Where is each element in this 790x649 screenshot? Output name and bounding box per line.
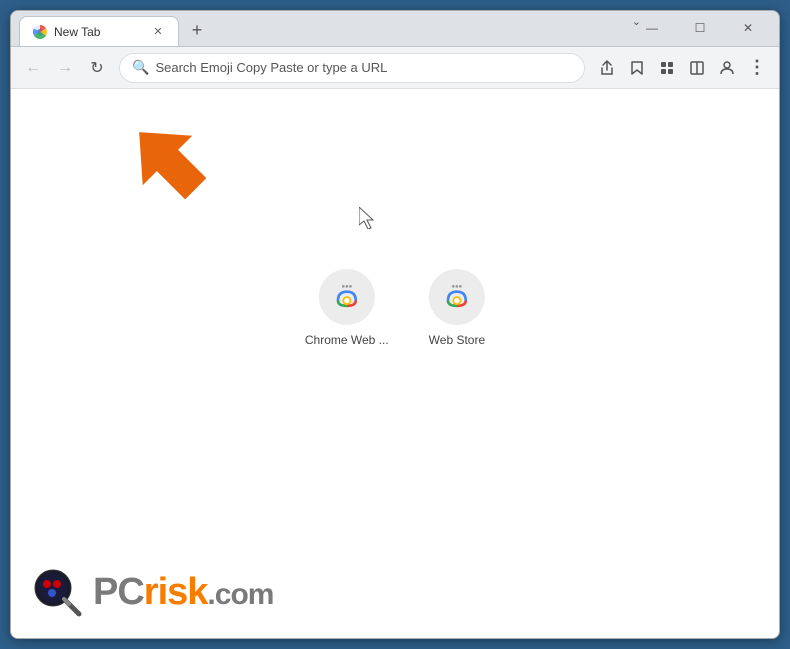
shortcut-item-chrome-web[interactable]: Chrome Web ... bbox=[305, 269, 389, 347]
extensions-button[interactable] bbox=[653, 54, 681, 82]
nav-right-icons: ⋮ bbox=[593, 54, 771, 82]
forward-button[interactable]: → bbox=[51, 54, 79, 82]
tab-list-chevron[interactable]: ⌄ bbox=[632, 15, 641, 28]
profile-icon bbox=[719, 60, 735, 76]
main-content: Chrome Web ... bbox=[11, 89, 779, 638]
split-view-button[interactable] bbox=[683, 54, 711, 82]
address-bar-search-icon: 🔍 bbox=[132, 59, 149, 76]
brand-pc: PCrisk.com bbox=[93, 571, 273, 613]
split-view-icon bbox=[689, 60, 705, 76]
shortcut-item-web-store[interactable]: Web Store bbox=[429, 269, 485, 347]
title-bar: New Tab ✕ + ⌄ — ☐ ✕ bbox=[11, 11, 779, 47]
shortcut-icon-web-store bbox=[429, 269, 485, 325]
mouse-cursor bbox=[359, 207, 377, 234]
web-store-icon bbox=[441, 281, 473, 313]
menu-button[interactable]: ⋮ bbox=[743, 54, 771, 82]
brand-logo bbox=[31, 566, 83, 618]
new-tab-button[interactable]: + bbox=[183, 16, 211, 44]
address-text: Search Emoji Copy Paste or type a URL bbox=[155, 60, 572, 75]
reload-button[interactable]: ↻ bbox=[83, 54, 111, 82]
window-controls: — ☐ ✕ bbox=[629, 14, 771, 46]
maximize-button[interactable]: ☐ bbox=[677, 14, 723, 42]
navbar: ← → ↻ 🔍 Search Emoji Copy Paste or type … bbox=[11, 47, 779, 89]
bookmark-icon bbox=[629, 60, 645, 76]
chrome-web-icon bbox=[331, 281, 363, 313]
shortcuts-area: Chrome Web ... bbox=[305, 269, 485, 347]
arrow-annotation bbox=[111, 109, 231, 219]
profile-button[interactable] bbox=[713, 54, 741, 82]
browser-window: New Tab ✕ + ⌄ — ☐ ✕ ← → ↻ 🔍 Search Emoji… bbox=[10, 10, 780, 639]
arrow-svg bbox=[111, 109, 231, 219]
brand-risk: risk bbox=[144, 571, 208, 613]
share-icon bbox=[599, 60, 615, 76]
brand-watermark: PCrisk.com bbox=[31, 566, 273, 618]
shortcut-label-web-store: Web Store bbox=[429, 333, 485, 347]
share-button[interactable] bbox=[593, 54, 621, 82]
browser-tab[interactable]: New Tab ✕ bbox=[19, 16, 179, 46]
back-button[interactable]: ← bbox=[19, 54, 47, 82]
close-button[interactable]: ✕ bbox=[725, 14, 771, 42]
tab-area: New Tab ✕ + bbox=[19, 10, 629, 46]
brand-text: PCrisk.com bbox=[93, 571, 273, 614]
shortcut-label-chrome-web: Chrome Web ... bbox=[305, 333, 389, 347]
brand-dotcom: .com bbox=[207, 578, 273, 611]
address-bar[interactable]: 🔍 Search Emoji Copy Paste or type a URL bbox=[119, 53, 585, 83]
shortcut-icon-chrome-web bbox=[319, 269, 375, 325]
tab-title: New Tab bbox=[54, 25, 144, 39]
tab-favicon bbox=[32, 24, 48, 40]
extensions-icon bbox=[659, 60, 675, 76]
tab-close-button[interactable]: ✕ bbox=[150, 24, 166, 40]
bookmark-button[interactable] bbox=[623, 54, 651, 82]
